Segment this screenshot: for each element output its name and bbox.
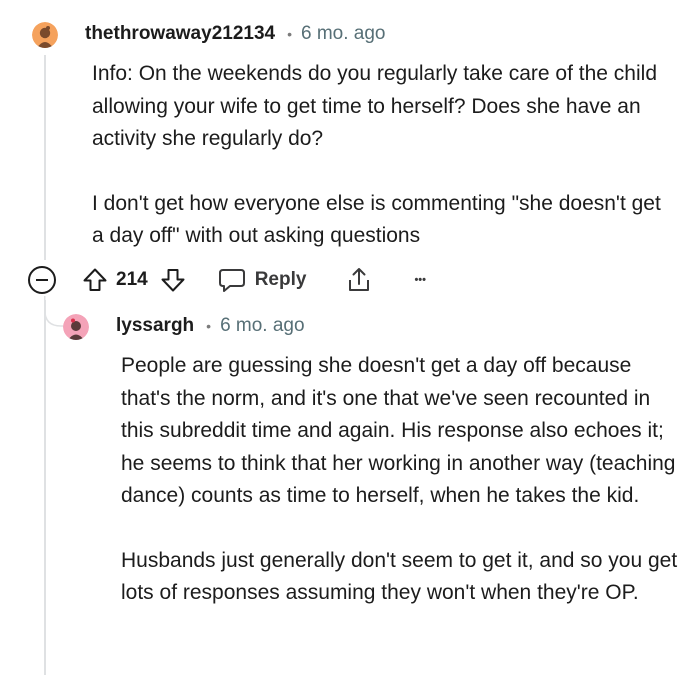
separator-dot: • xyxy=(287,26,292,42)
upvote-arrow-icon xyxy=(83,268,107,291)
reply-timestamp[interactable]: 6 mo. ago xyxy=(220,315,305,337)
reply-body: People are guessing she doesn't get a da… xyxy=(121,350,681,642)
reply-avatar[interactable] xyxy=(63,314,89,340)
reply-button[interactable]: Reply xyxy=(218,267,307,293)
share-icon xyxy=(349,268,370,291)
reply-label: Reply xyxy=(254,269,307,290)
share-button[interactable] xyxy=(346,266,372,294)
reply-paragraph: People are guessing she doesn't get a da… xyxy=(121,354,676,507)
comment-body: Info: On the weekends do you regularly t… xyxy=(92,58,672,285)
vote-count: 214 xyxy=(116,269,148,290)
thread-line[interactable] xyxy=(44,55,46,260)
reply-paragraph: Husbands just generally don't seem to ge… xyxy=(121,548,678,605)
comment-meta: thethrowaway212134 • 6 mo. ago xyxy=(85,23,386,45)
upvote-button[interactable] xyxy=(82,267,108,293)
minus-icon xyxy=(36,279,48,281)
reply-meta: lyssargh • 6 mo. ago xyxy=(116,315,305,337)
avatar[interactable] xyxy=(32,22,58,48)
comment-actions: 214 Reply ••• xyxy=(28,262,426,298)
downvote-button[interactable] xyxy=(160,267,186,293)
chat-bubble-icon xyxy=(218,269,245,292)
separator-dot: • xyxy=(206,318,212,334)
collapse-button[interactable] xyxy=(28,266,56,294)
more-options-button[interactable]: ••• xyxy=(414,274,426,286)
downvote-arrow-icon xyxy=(161,269,185,292)
more-icon: ••• xyxy=(414,274,427,286)
username[interactable]: thethrowaway212134 xyxy=(85,23,275,45)
reply-username[interactable]: lyssargh xyxy=(116,315,194,337)
comment-paragraph: Info: On the weekends do you regularly t… xyxy=(92,62,658,150)
timestamp[interactable]: 6 mo. ago xyxy=(301,23,386,45)
thread-line[interactable] xyxy=(44,300,46,675)
comment-paragraph: I don't get how everyone else is comment… xyxy=(92,191,661,248)
